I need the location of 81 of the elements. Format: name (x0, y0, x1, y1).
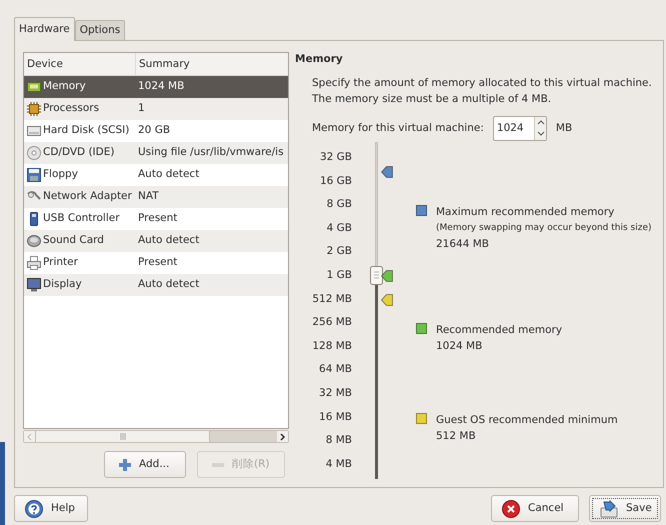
disc-icon (27, 146, 41, 160)
scale-label: 4 MB (326, 456, 352, 471)
table-cell-text: 20 GB (137, 123, 172, 138)
cancel-icon (502, 500, 520, 518)
grip-icon (120, 433, 126, 440)
add-button[interactable]: Add... (104, 451, 186, 478)
cancel-button[interactable]: Cancel (491, 495, 579, 522)
scale-label: 512 MB (312, 292, 352, 306)
table-row[interactable]: Hard Disk (SCSI) 20 GB (24, 120, 288, 142)
description-text: Specify the amount of memory allocated to this virtual machine. (312, 76, 653, 91)
table-row[interactable]: Sound Card Auto detect (24, 230, 288, 252)
device-name: Memory (43, 79, 86, 94)
table-cell-text: Auto detect (137, 167, 200, 182)
legend-title: Guest OS recommended minimum (436, 413, 618, 428)
device-name: Display (43, 277, 82, 292)
plus-icon (119, 458, 131, 472)
table-row[interactable]: USB Controller Present (24, 208, 288, 230)
section-title: Memory (295, 52, 344, 67)
table-cell-text: Using file /usr/lib/vmware/is (137, 145, 285, 160)
scale-label: 8 GB (326, 197, 352, 212)
scale-label: 16 MB (319, 410, 352, 424)
device-name: Processors (43, 101, 100, 116)
table-cell-text: Auto detect (137, 233, 200, 248)
table-cell-text: 1 (137, 101, 146, 116)
device-name: Network Adapter (43, 189, 132, 204)
legend-title: Recommended memory (436, 323, 562, 338)
table-cell-text: 1024 MB (137, 79, 186, 94)
speaker-icon (27, 234, 41, 248)
scale-label: 8 MB (326, 433, 352, 448)
legend-value: 1024 MB (436, 339, 484, 354)
table-cell-text: NAT (137, 189, 160, 204)
save-icon (600, 500, 618, 518)
device-name: CD/DVD (IDE) (43, 145, 114, 160)
tab[interactable]: Hardware (14, 17, 75, 41)
legend-note: (Memory swapping may occur beyond this size) (436, 222, 652, 235)
legend-value: 21644 MB (436, 237, 490, 252)
scale-label: 2 GB (326, 244, 352, 258)
floppy-icon (27, 168, 41, 182)
unit-label: MB (556, 120, 572, 136)
legend-value: 512 MB (436, 429, 477, 444)
column-header[interactable]: Summary (135, 53, 288, 75)
device-name: USB Controller (43, 211, 120, 226)
field-label: Memory for this virtual machine: (312, 120, 484, 136)
scale-label: 128 MB (312, 338, 352, 353)
scale-label: 32 MB (319, 386, 352, 400)
scale-label: 16 GB (320, 174, 352, 188)
scale-label: 1 GB (326, 268, 352, 282)
monitor-icon (27, 278, 41, 292)
printer-icon (27, 256, 41, 270)
table-row[interactable]: Memory 1024 MB (24, 76, 288, 98)
description-text: The memory size must be a multiple of 4 MB. (312, 92, 552, 107)
help-icon (25, 500, 43, 518)
column-header[interactable]: Device (24, 53, 135, 75)
table-cell-text: Present (137, 255, 178, 270)
device-name: Floppy (43, 167, 78, 182)
save-button[interactable]: Save (589, 495, 661, 522)
table-row[interactable]: Display Auto detect (24, 274, 288, 296)
horizontal-scrollbar[interactable] (23, 430, 289, 443)
legend-title: Maximum recommended memory (436, 205, 616, 220)
table-row[interactable]: CD/DVD (IDE) Using file /usr/lib/vmware/is (24, 142, 288, 164)
table-row[interactable]: Processors 1 (24, 98, 288, 120)
help-button[interactable]: Help (14, 495, 88, 522)
scale-label: 4 GB (326, 220, 352, 235)
table-cell-text: Present (137, 211, 178, 226)
device-name: Hard Disk (SCSI) (43, 123, 130, 138)
scale-label: 64 MB (319, 362, 352, 376)
memory-chip-icon (27, 80, 41, 94)
device-name: Printer (43, 255, 78, 270)
table-cell-text: Auto detect (137, 277, 200, 292)
slider-thumb[interactable] (370, 266, 383, 286)
scale-label: 256 MB (312, 315, 352, 330)
table-row[interactable]: Printer Present (24, 252, 288, 274)
tab[interactable]: Options (74, 20, 126, 40)
device-name: Sound Card (43, 233, 104, 248)
table-row[interactable]: Floppy Auto detect (24, 164, 288, 186)
slider-track[interactable] (370, 142, 383, 479)
table-row[interactable]: Network Adapter NAT (24, 186, 288, 208)
spin-field[interactable]: 1024 (492, 116, 547, 141)
chip-icon (27, 102, 41, 116)
scale-label: 32 GB (320, 150, 352, 164)
usb-stick-icon (27, 212, 41, 226)
